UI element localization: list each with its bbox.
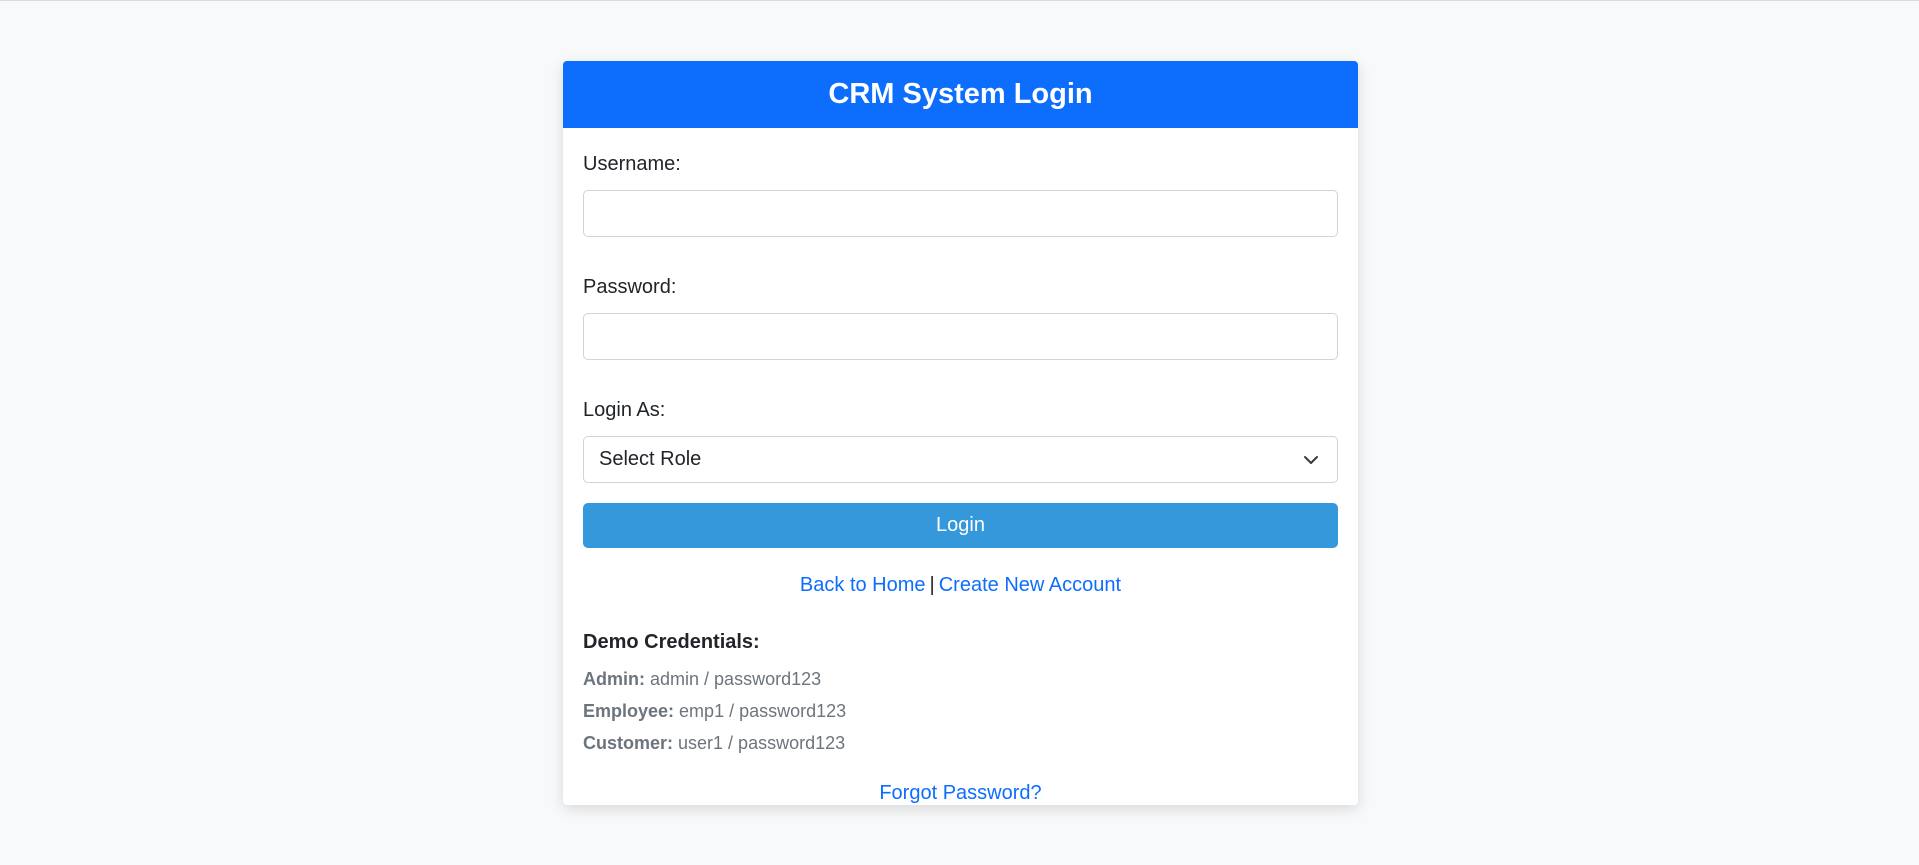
role-select-value: Select Role — [599, 448, 702, 470]
nav-links: Back to Home | Create New Account — [583, 573, 1338, 597]
login-form: Username: Password: Login As: Select Rol… — [563, 128, 1358, 805]
forgot-password-link[interactable]: Forgot Password? — [879, 782, 1041, 804]
password-input[interactable] — [583, 313, 1338, 360]
create-account-link[interactable]: Create New Account — [939, 574, 1121, 596]
demo-credential-admin: Admin: admin / password123 — [583, 668, 1338, 690]
demo-credentials-title: Demo Credentials: — [583, 631, 760, 653]
demo-creds: admin / password123 — [650, 669, 822, 689]
link-separator: | — [929, 574, 935, 596]
demo-role-label: Customer: — [583, 733, 674, 753]
demo-credential-employee: Employee: emp1 / password123 — [583, 700, 1338, 722]
demo-role-label: Employee: — [583, 701, 675, 721]
role-select[interactable]: Select Role — [583, 436, 1338, 483]
demo-role-label: Admin: — [583, 669, 645, 689]
login-button[interactable]: Login — [583, 503, 1338, 548]
forgot-password-row: Forgot Password? — [583, 781, 1338, 805]
chevron-down-icon — [1304, 456, 1318, 464]
card-header: CRM System Login — [563, 61, 1358, 128]
back-to-home-link[interactable]: Back to Home — [800, 574, 926, 596]
demo-creds: user1 / password123 — [678, 733, 846, 753]
demo-credentials: Demo Credentials: Admin: admin / passwor… — [583, 630, 1338, 754]
demo-credential-customer: Customer: user1 / password123 — [583, 732, 1338, 754]
login-card: CRM System Login Username: Password: Log… — [563, 61, 1358, 805]
password-label: Password: — [583, 276, 677, 298]
demo-creds: emp1 / password123 — [679, 701, 847, 721]
page-title: CRM System Login — [828, 78, 1093, 110]
role-label: Login As: — [583, 399, 666, 421]
username-label: Username: — [583, 153, 681, 175]
username-input[interactable] — [583, 190, 1338, 237]
